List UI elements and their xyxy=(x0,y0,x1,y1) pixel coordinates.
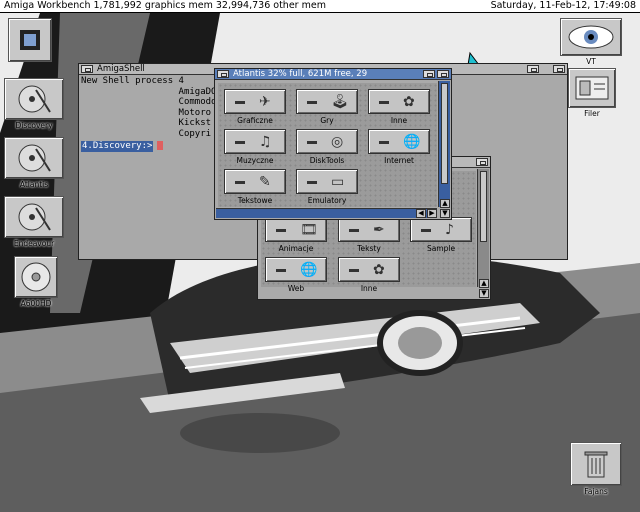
zoom-gadget[interactable] xyxy=(527,65,539,73)
item-label: Muzyczne xyxy=(236,156,274,165)
desktop-icon-a600hd[interactable]: A600HD xyxy=(14,256,58,308)
scroll-knob[interactable] xyxy=(441,83,448,184)
close-gadget[interactable] xyxy=(81,65,93,73)
item-label: Web xyxy=(287,284,305,293)
item-label: Tekstowe xyxy=(237,196,273,205)
atlantis-drawer-window[interactable]: Atlantis 32% full, 621M free, 29 ✈ Grafi… xyxy=(214,68,452,220)
desktop-icon-discovery[interactable]: Discovery xyxy=(4,78,64,130)
joystick-icon: 🕹 xyxy=(331,94,349,110)
cursor xyxy=(157,141,164,150)
harddisk-icon xyxy=(4,137,64,179)
drawer-item-internet[interactable]: 🌐 Internet xyxy=(368,129,430,165)
drawer-item-emulatory[interactable]: ▭ Emulatory xyxy=(296,169,358,205)
trashcan-icon xyxy=(570,442,622,486)
chip-icon xyxy=(8,18,52,62)
icon-label: Fajans xyxy=(584,487,608,496)
desktop-icon-atlantis[interactable]: Atlantis xyxy=(4,137,64,189)
drawer-item-disktools[interactable]: ◎ DiskTools xyxy=(296,129,358,165)
globe-icon: 🌐 xyxy=(403,134,421,150)
drawer-item-teksty[interactable]: ✒ Teksty xyxy=(338,217,400,253)
desktop-icon-cpu[interactable] xyxy=(8,18,52,62)
desktop-icon-vt[interactable]: VT xyxy=(560,18,622,66)
item-label: Teksty xyxy=(357,244,381,253)
window-title: AmigaShell xyxy=(97,64,145,74)
fish-icon: ✿ xyxy=(373,262,385,278)
scroll-knob[interactable] xyxy=(480,171,487,242)
filer-icon xyxy=(568,68,616,108)
cd-icon xyxy=(14,256,58,298)
atlantis-titlebar[interactable]: Atlantis 32% full, 621M free, 29 xyxy=(215,69,451,80)
drawer-item-animacje[interactable]: 🎞 Animacje xyxy=(265,217,327,253)
drawer-contents: ✈ Graficzne 🕹 Gry ✿ Inne ♫ Muzyczne ◎ Di… xyxy=(218,83,437,207)
close-gadget[interactable] xyxy=(217,70,229,78)
scroll-right-arrow[interactable]: ▶ xyxy=(427,209,437,218)
item-label: Sample xyxy=(426,244,456,253)
plane-icon: ✈ xyxy=(259,94,271,110)
drawer-item-web[interactable]: 🌐 Web xyxy=(265,257,327,293)
film-icon: 🎞 xyxy=(300,222,318,238)
disk-icon: ◎ xyxy=(331,134,344,150)
icon-label: A600HD xyxy=(20,299,52,308)
vertical-scrollbar[interactable] xyxy=(477,169,489,287)
memory-status: Amiga Workbench 1,781,992 graphics mem 3… xyxy=(4,0,326,11)
item-label: Gry xyxy=(320,116,334,125)
desktop-icon-fajans[interactable]: Fajans xyxy=(570,442,622,496)
item-label: Graficzne xyxy=(237,116,273,125)
scroll-up-arrow[interactable]: ▲ xyxy=(440,199,450,208)
flower-icon: ✿ xyxy=(403,94,415,110)
eye-icon xyxy=(560,18,622,56)
scroll-down-arrow[interactable]: ▼ xyxy=(440,209,450,218)
drawer-item-graficzne[interactable]: ✈ Graficzne xyxy=(224,89,286,125)
zoom-gadget[interactable] xyxy=(423,70,435,78)
window-title: Atlantis 32% full, 621M free, 29 xyxy=(233,69,368,79)
item-label: Animacje xyxy=(278,244,314,253)
depth-gadget[interactable] xyxy=(553,65,565,73)
drawer-item-inne[interactable]: ✿ Inne xyxy=(338,257,400,293)
item-label: Emulatory xyxy=(307,196,347,205)
drawer-item-sample[interactable]: ♪ Sample xyxy=(410,217,472,253)
item-label: Internet xyxy=(384,156,414,165)
quill-icon: ✎ xyxy=(259,174,271,190)
monitor-icon: ▭ xyxy=(331,174,345,190)
scroll-left-arrow[interactable]: ◀ xyxy=(416,209,426,218)
drawer-item-inne[interactable]: ✿ Inne xyxy=(368,89,430,125)
screen-title-bar: Amiga Workbench 1,781,992 graphics mem 3… xyxy=(0,0,640,13)
desktop-icon-endeavour[interactable]: Endeavour xyxy=(4,196,64,248)
harddisk-icon xyxy=(4,196,64,238)
drawer-item-tekstowe[interactable]: ✎ Tekstowe xyxy=(224,169,286,205)
clock: Saturday, 11-Feb-12, 17:49:08 xyxy=(490,0,636,11)
depth-gadget[interactable] xyxy=(476,158,488,166)
harddisk-icon xyxy=(4,78,64,120)
scroll-down-arrow[interactable]: ▼ xyxy=(479,289,489,298)
scroll-up-arrow[interactable]: ▲ xyxy=(479,279,489,288)
pen-icon: ✒ xyxy=(373,222,385,238)
icon-label: Discovery xyxy=(15,121,53,130)
globe-icon: 🌐 xyxy=(300,262,318,278)
drawer-item-muzyczne[interactable]: ♫ Muzyczne xyxy=(224,129,286,165)
icon-label: VT xyxy=(586,57,596,66)
music-icon: ♫ xyxy=(259,134,272,150)
icon-label: Filer xyxy=(584,109,600,118)
shell-prompt: 4.Discovery:> xyxy=(81,141,154,152)
icon-label: Endeavour xyxy=(13,239,55,248)
icon-label: Atlantis xyxy=(19,180,49,189)
item-label: Inne xyxy=(390,116,408,125)
horizontal-scrollbar[interactable] xyxy=(216,208,437,218)
vertical-scrollbar[interactable] xyxy=(438,81,450,207)
item-label: DiskTools xyxy=(309,156,345,165)
drawer-item-gry[interactable]: 🕹 Gry xyxy=(296,89,358,125)
item-label: Inne xyxy=(360,284,378,293)
desktop-icon-filer[interactable]: Filer xyxy=(568,68,616,118)
depth-gadget[interactable] xyxy=(437,70,449,78)
sound-icon: ♪ xyxy=(445,222,454,238)
